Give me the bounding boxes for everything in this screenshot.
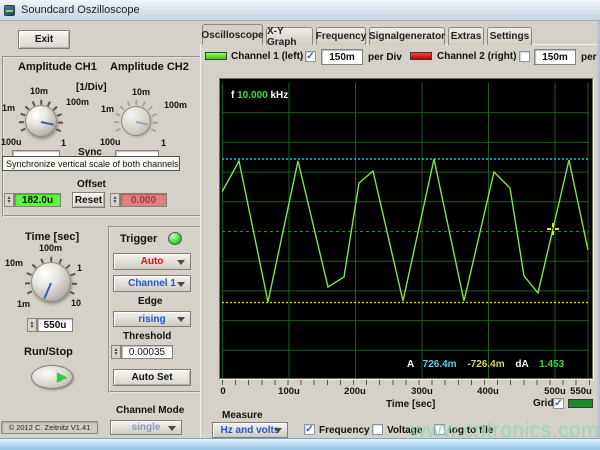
- amplitude-delta-value: 1.453: [539, 359, 564, 370]
- tab-extras[interactable]: Extras: [448, 27, 484, 45]
- channel1-per-div-label: per Div: [368, 52, 402, 63]
- knob-scale-label: 1m: [2, 103, 15, 113]
- x-tick-label: 100u: [278, 386, 300, 397]
- copyright-text: © 2012 C. Zeitnitz V1.41: [1, 421, 98, 434]
- knob-scale-label: 100u: [1, 137, 22, 147]
- grid-checkbox[interactable]: ✓: [553, 398, 564, 409]
- tab-oscilloscope[interactable]: Oscilloscope: [202, 24, 263, 45]
- knob-scale-label: 1: [161, 138, 166, 148]
- frequency-readout: f 10.000 kHz: [231, 90, 288, 101]
- amplitude-ch1-knob[interactable]: [19, 99, 63, 143]
- trigger-led: [168, 232, 182, 245]
- offset-reset-button[interactable]: Reset: [72, 192, 105, 208]
- knob-scale-label: 100u: [100, 137, 121, 147]
- x-tick-label: 200u: [344, 386, 366, 397]
- grid-color-swatch[interactable]: [568, 399, 593, 408]
- tab-settings[interactable]: Settings: [487, 27, 532, 45]
- grid-label: Grid: [533, 398, 554, 409]
- knob-scale-label: 100m: [164, 100, 187, 110]
- tab-frequency[interactable]: Frequency: [316, 27, 366, 45]
- x-axis-title: Time [sec]: [386, 399, 435, 410]
- knob-scale-label: 10m: [5, 258, 23, 268]
- trigger-edge-dropdown[interactable]: rising: [113, 311, 191, 327]
- x-axis-ticks: [222, 380, 590, 385]
- channel1-checkbox[interactable]: ✓: [305, 51, 316, 62]
- knob-scale-label: 10m: [132, 87, 150, 97]
- channel2-color-swatch: [410, 52, 432, 60]
- edge-label: Edge: [138, 296, 162, 307]
- sync-tooltip: Synchronize vertical scale of both chann…: [2, 156, 180, 171]
- channel1-scale-field[interactable]: 150m: [321, 49, 363, 65]
- auto-set-button[interactable]: Auto Set: [113, 369, 191, 386]
- knob-scale-label: 1: [61, 138, 66, 148]
- app-icon: [4, 5, 15, 16]
- exit-button[interactable]: Exit: [18, 30, 70, 49]
- play-icon: ▶: [57, 369, 67, 385]
- frequency-checkbox[interactable]: ✓: [304, 424, 315, 435]
- offset-ch1-field[interactable]: 182.0u: [14, 193, 61, 207]
- channel1-color-swatch: [205, 52, 227, 60]
- trigger-channel-dropdown[interactable]: Channel 1: [113, 275, 191, 292]
- amplitude-ch1-title: Amplitude CH1: [18, 61, 97, 73]
- title-bar[interactable]: Soundcard Oszilloscope: [0, 0, 600, 21]
- watermark-text: www.cntronics.com: [411, 419, 599, 443]
- measure-mode-dropdown[interactable]: Hz and volts: [212, 422, 288, 438]
- amplitude-ch2-title: Amplitude CH2: [110, 61, 189, 73]
- amplitude-min-value: -726.4m: [467, 359, 504, 370]
- frequency-value: 10.000: [237, 90, 268, 101]
- tab-signalgenerator[interactable]: Signalgenerator: [369, 27, 445, 45]
- amplitude-readout: A 726.4m -726.4m dA 1.453: [407, 359, 564, 370]
- run-stop-button[interactable]: ▶: [31, 365, 73, 389]
- app-window: Soundcard Oszilloscope Exit Amplitude CH…: [0, 0, 600, 450]
- amplitude-max-value: 726.4m: [423, 359, 457, 370]
- time-value-field[interactable]: 550u: [37, 318, 73, 332]
- offset-label: Offset: [77, 179, 106, 190]
- x-tick-label: 0: [220, 386, 225, 397]
- channel2-label: Channel 2 (right): [437, 51, 516, 62]
- time-spinner[interactable]: ▲▼: [27, 318, 37, 332]
- knob-scale-label: 100m: [66, 97, 89, 107]
- window-title: Soundcard Oszilloscope: [21, 4, 140, 16]
- knob-scale-label: 100m: [39, 243, 62, 253]
- offset-ch1-spinner[interactable]: ▲▼: [4, 193, 14, 207]
- knob-scale-label: 10m: [30, 86, 48, 96]
- channel2-scale-field[interactable]: 150m: [534, 49, 576, 65]
- knob-scale-label: 1: [77, 263, 82, 273]
- offset-ch2-spinner[interactable]: ▲▼: [110, 193, 120, 207]
- knob-scale-label: 1m: [101, 104, 114, 114]
- offset-ch2-field[interactable]: 0.000: [120, 193, 167, 207]
- time-title: Time [sec]: [25, 231, 79, 243]
- x-tick-label: 400u: [477, 386, 499, 397]
- threshold-field[interactable]: 0.00035: [121, 345, 173, 359]
- oscilloscope-display[interactable]: [219, 78, 593, 379]
- channel1-label: Channel 1 (left): [231, 51, 303, 62]
- x-tick-label: 300u: [411, 386, 433, 397]
- channel1-trace: [222, 159, 588, 302]
- trigger-group: [108, 226, 203, 393]
- frequency-checkbox-label: Frequency: [319, 425, 370, 436]
- tab-xy-graph[interactable]: X-Y Graph: [266, 27, 313, 45]
- time-knob[interactable]: [25, 256, 77, 308]
- x-tick-label: 550u: [570, 386, 592, 397]
- voltage-checkbox[interactable]: [372, 424, 383, 435]
- knob-scale-label: 10: [71, 298, 81, 308]
- channel2-checkbox[interactable]: [519, 51, 530, 62]
- knob-scale-label: 1m: [17, 299, 30, 309]
- channel-mode-dropdown[interactable]: single: [110, 420, 182, 435]
- waveform-plot: [222, 83, 589, 378]
- trigger-title: Trigger: [120, 233, 157, 245]
- measure-label: Measure: [222, 410, 263, 421]
- threshold-label: Threshold: [123, 331, 171, 342]
- channel-mode-label: Channel Mode: [116, 405, 184, 416]
- run-stop-label: Run/Stop: [24, 346, 73, 358]
- trigger-mode-dropdown[interactable]: Auto: [113, 253, 191, 270]
- threshold-spinner[interactable]: ▲▼: [111, 345, 121, 359]
- x-tick-label: 500u: [544, 386, 566, 397]
- amplitude-unit-label: [1/Div]: [76, 82, 107, 93]
- amplitude-ch2-knob[interactable]: [114, 99, 158, 143]
